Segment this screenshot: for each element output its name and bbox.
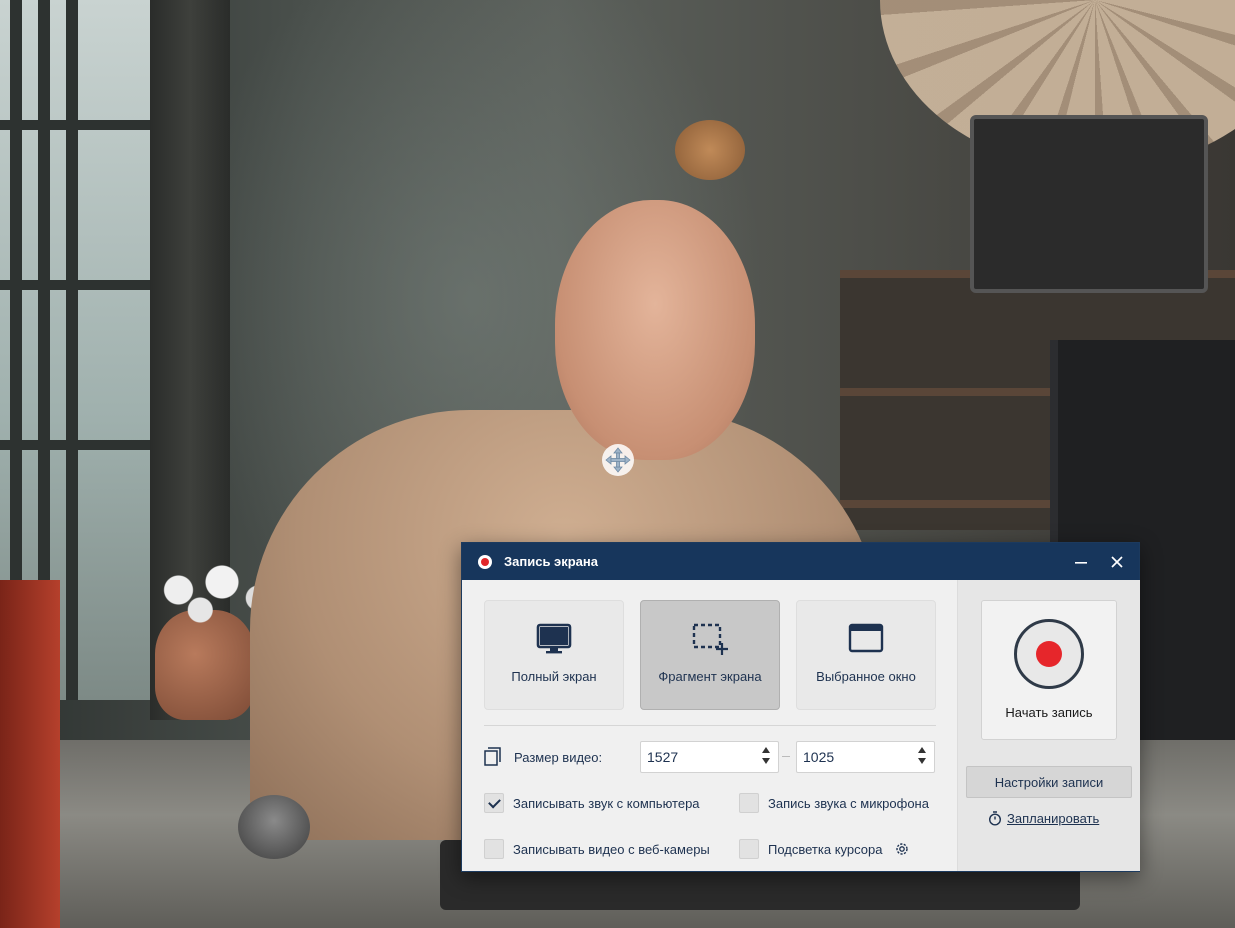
video-height-value: 1025 (803, 749, 835, 765)
recording-settings-button[interactable]: Настройки записи (966, 766, 1132, 798)
person-head (555, 200, 755, 460)
monitor-icon (536, 623, 572, 654)
checkbox-label: Запись звука с микрофона (768, 795, 929, 811)
chevron-down-icon[interactable] (762, 758, 770, 764)
close-icon (1111, 555, 1123, 568)
minimize-icon (1075, 561, 1087, 564)
resize-icon (484, 747, 501, 766)
mode-screen-fragment[interactable]: Фрагмент экрана (640, 600, 780, 710)
schedule-label[interactable]: Запланировать (1007, 811, 1099, 826)
background-mouse (238, 795, 310, 859)
dialog-title: Запись экрана (504, 554, 598, 569)
checkbox-label: Подсветка курсора (768, 841, 883, 857)
close-button[interactable] (1099, 543, 1135, 580)
stopwatch-icon (988, 811, 1002, 826)
section-divider (484, 725, 936, 726)
video-size-row: Размер видео: 1527 1025 (484, 741, 936, 773)
mode-label: Полный экран (511, 669, 597, 684)
mode-label: Выбранное окно (816, 669, 916, 684)
start-recording-label: Начать запись (1005, 705, 1093, 720)
mode-selected-window[interactable]: Выбранное окно (796, 600, 936, 710)
video-width-stepper[interactable]: 1527 (640, 741, 779, 773)
record-webcam-checkbox[interactable]: Записывать видео с веб-камеры (484, 839, 710, 859)
gear-icon[interactable] (894, 841, 910, 857)
record-panel: Начать запись Настройки записи Запланиро… (957, 580, 1140, 871)
checkbox-label: Записывать звук с компьютера (513, 795, 700, 811)
record-circle-icon (1014, 619, 1084, 689)
video-height-stepper[interactable]: 1025 (796, 741, 935, 773)
chevron-up-icon[interactable] (762, 747, 770, 753)
video-width-value: 1527 (647, 749, 679, 765)
checkbox-box[interactable] (739, 793, 759, 813)
mode-full-screen[interactable]: Полный экран (484, 600, 624, 710)
record-system-audio-checkbox[interactable]: Записывать звук с компьютера (484, 793, 700, 813)
checkbox-label: Записывать видео с веб-камеры (513, 841, 710, 857)
dialog-titlebar[interactable]: Запись экрана (462, 543, 1139, 580)
background-red-box (0, 580, 60, 928)
checkbox-box[interactable] (484, 793, 504, 813)
height-stepper-arrows[interactable] (918, 747, 926, 764)
move-arrows-icon (605, 447, 631, 473)
size-separator (782, 756, 790, 757)
chevron-down-icon[interactable] (918, 758, 926, 764)
capture-options-panel: Полный экран Фрагмент экрана Выбранное о… (462, 580, 957, 871)
video-size-label: Размер видео: (514, 749, 603, 765)
move-area-handle[interactable] (602, 444, 634, 476)
background-studio-light (970, 115, 1208, 293)
chevron-up-icon[interactable] (918, 747, 926, 753)
dashed-selection-icon (692, 623, 728, 655)
checkbox-box[interactable] (739, 839, 759, 859)
record-microphone-checkbox[interactable]: Запись звука с микрофона (739, 793, 929, 813)
screen-recording-dialog: Запись экрана Полный экран Фрагмент экра… (461, 542, 1140, 872)
person-hair-bun (675, 120, 745, 180)
width-stepper-arrows[interactable] (762, 747, 770, 764)
record-dot (1036, 641, 1062, 667)
mode-label: Фрагмент экрана (658, 669, 762, 684)
record-app-icon (478, 554, 492, 569)
minimize-button[interactable] (1063, 543, 1099, 580)
cursor-highlight-checkbox[interactable]: Подсветка курсора (739, 839, 910, 859)
checkbox-box[interactable] (484, 839, 504, 859)
window-icon (848, 623, 884, 653)
start-recording-button[interactable]: Начать запись (981, 600, 1117, 740)
schedule-link[interactable]: Запланировать (988, 811, 1099, 826)
